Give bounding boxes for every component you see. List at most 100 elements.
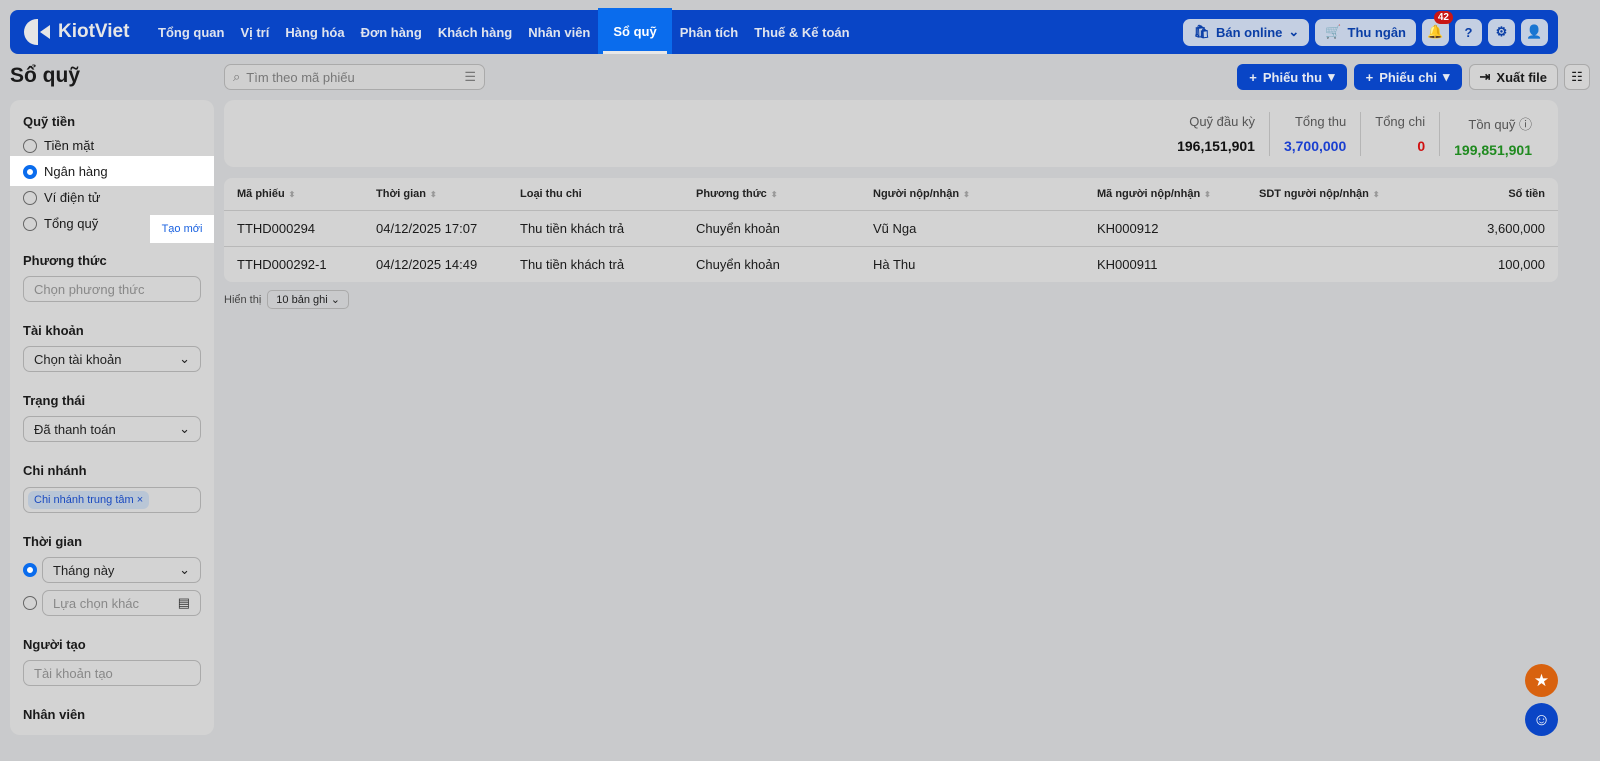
info-icon[interactable]: ⓘ <box>1519 117 1532 132</box>
summary-label-text: Tổng chi <box>1375 114 1426 129</box>
creator-input[interactable]: Tài khoản tạo <box>23 660 201 686</box>
sort-icon[interactable]: ⬍ <box>1204 190 1211 199</box>
table-row[interactable]: TTHD000294 04/12/2025 17:07 Thu tiền khách… <box>224 210 1558 246</box>
sort-icon[interactable]: ⬍ <box>430 190 437 199</box>
support-agent-icon: ☺ <box>1532 709 1551 729</box>
nav-tab[interactable]: Đơn hàng <box>353 10 430 54</box>
table-cell: 04/12/2025 17:07 <box>376 221 478 236</box>
add-receipt-button[interactable]: + Phiếu thu ▾ <box>1237 64 1347 90</box>
summary-panel: Quỹ đầu kỳ 196,151,901 Tổng thu 3,700,000 Tổ… <box>224 100 1558 167</box>
logo-icon <box>24 19 50 45</box>
top-nav: KiotViet Tổng quan Vị trí Hàng hóa Đơn hàng… <box>10 8 1558 54</box>
cashier-button[interactable]: 🛒 Thu ngân <box>1315 18 1416 46</box>
chevron-down-icon: ⌄ <box>1288 24 1300 39</box>
column-header-label: Phương thức <box>696 188 767 200</box>
list-icon: ☷ <box>1571 69 1583 84</box>
radio-bank-highlighted[interactable]: Ngân hàng <box>23 164 108 179</box>
radio-cash[interactable]: Tiền mặt <box>23 138 94 153</box>
status-select[interactable]: Đã thanh toán ⌄ <box>23 416 201 442</box>
nav-tab[interactable]: Thuế & Kế toán <box>746 10 857 54</box>
avatar[interactable]: 👤 <box>1521 18 1548 46</box>
notification-button[interactable]: 🔔 42 <box>1422 10 1453 46</box>
radio-circle <box>23 216 37 231</box>
table-cell: Hà Thu <box>873 257 916 272</box>
nav-tab[interactable]: Sổ quỹ <box>598 8 672 54</box>
summary-value: 196,151,901 <box>1177 138 1255 154</box>
custom-date-input[interactable]: Lựa chọn khác ▤ <box>42 590 201 616</box>
gear-icon: ⚙ <box>1495 24 1508 39</box>
summary-label: Tổng thu <box>1284 114 1346 129</box>
add-payment-button[interactable]: + Phiếu chi ▾ <box>1353 64 1462 90</box>
summary-card: Quỹ đầu kỳ 196,151,901 <box>1163 112 1269 156</box>
cashbook-table: Mã phiếu ⬍ Thời gian ⬍ Loại thu chi Phương th… <box>224 178 1558 282</box>
online-sale-button[interactable]: 🛍 Bán online ⌄ <box>1183 18 1310 46</box>
branch-heading: Chi nhánh <box>23 463 87 478</box>
user-icon: 👤 <box>1526 24 1543 39</box>
table-cell: 100,000 <box>1498 257 1545 272</box>
plus-icon: + <box>1365 69 1374 85</box>
nav-tab[interactable]: Nhân viên <box>520 10 598 54</box>
sort-icon[interactable]: ⬍ <box>771 190 778 199</box>
shop-icon: 🛍 <box>1193 24 1210 39</box>
column-header[interactable]: SDT người nộp/nhận ⬍ <box>1246 188 1446 200</box>
logo-text: KiotViet <box>58 21 130 42</box>
radio-label: Tiền mặt <box>44 138 95 153</box>
sort-icon[interactable]: ⬍ <box>1373 190 1380 199</box>
account-select[interactable]: Chọn tài khoản ⌄ <box>23 346 201 372</box>
table-cell: Chuyển khoản <box>696 257 780 272</box>
table-row[interactable]: TTHD000292-1 04/12/2025 14:49 Thu tiền khá… <box>224 246 1558 282</box>
radio-time-preset[interactable] <box>23 563 37 577</box>
table-cell: TTHD000294 <box>237 221 316 236</box>
nav-tab[interactable]: Hàng hóa <box>277 10 352 54</box>
nav-tab[interactable]: Khách hàng <box>430 10 520 54</box>
export-file-button[interactable]: ⇥ Xuất file <box>1468 64 1558 90</box>
filter-sliders-icon[interactable]: ☰ <box>464 69 476 85</box>
table-cell: KH000911 <box>1097 257 1158 272</box>
summary-label-text: Quỹ đầu kỳ <box>1189 114 1255 129</box>
radio-label: Ví điện tử <box>44 190 101 205</box>
column-toggle-button[interactable]: ☷ <box>1564 64 1590 90</box>
close-icon[interactable]: × <box>137 494 143 506</box>
radio-circle <box>23 190 37 205</box>
settings-button[interactable]: ⚙ <box>1488 18 1515 46</box>
kiotviet-logo[interactable]: KiotViet <box>24 19 144 45</box>
column-header-label: Mã phiếu <box>237 188 285 200</box>
favorite-button[interactable]: ★ <box>1525 664 1558 697</box>
online-label: Bán online <box>1215 24 1283 40</box>
staff-heading: Nhân viên <box>23 707 86 722</box>
method-placeholder: Chọn phương thức <box>34 281 145 297</box>
chevron-down-icon: ⌄ <box>179 421 190 436</box>
receipt-label: Phiếu thu <box>1262 69 1323 85</box>
method-select[interactable]: Chọn phương thức <box>23 276 201 302</box>
nav-tab[interactable]: Vị trí <box>232 10 277 54</box>
column-header[interactable]: Thời gian ⬍ <box>363 188 507 200</box>
export-icon: ⇥ <box>1479 69 1491 84</box>
summary-label: Tồn quỹ ⓘ <box>1454 114 1532 133</box>
column-header[interactable]: Mã người nộp/nhận ⬍ <box>1084 188 1246 200</box>
support-button[interactable]: ☺ <box>1525 703 1558 736</box>
search-input[interactable]: ⌕ Tìm theo mã phiếu ☰ <box>224 64 485 90</box>
sort-icon[interactable]: ⬍ <box>289 190 296 199</box>
create-account-link[interactable]: Tạo mới <box>150 215 214 243</box>
column-header[interactable]: Phương thức ⬍ <box>683 188 860 200</box>
column-header[interactable]: Người nộp/nhận ⬍ <box>860 188 1084 200</box>
column-header[interactable]: Loại thu chi <box>507 188 683 200</box>
branch-select[interactable]: Chi nhánh trung tâm × <box>23 487 201 513</box>
sort-icon[interactable]: ⬍ <box>963 190 970 199</box>
account-heading: Tài khoản <box>23 323 84 338</box>
help-button[interactable]: ? <box>1455 18 1482 46</box>
nav-tab[interactable]: Phân tích <box>672 10 747 54</box>
radio-total[interactable]: Tổng quỹ <box>23 216 98 231</box>
summary-card: Tổng chi 0 <box>1360 112 1439 156</box>
column-header[interactable]: Mã phiếu ⬍ <box>224 188 363 200</box>
chevron-down-icon: ⌄ <box>179 351 190 366</box>
summary-value: 199,851,901 <box>1454 142 1532 158</box>
radio-time-custom[interactable] <box>23 596 37 610</box>
radio-ewallet[interactable]: Ví điện tử <box>23 190 100 205</box>
time-select[interactable]: Tháng này ⌄ <box>42 557 201 583</box>
column-header[interactable]: Số tiền <box>1446 188 1558 200</box>
page-size-select[interactable]: 10 bản ghi ⌄ <box>267 290 349 309</box>
nav-tab[interactable]: Tổng quan <box>150 10 232 54</box>
table-cell: Chuyển khoản <box>696 221 780 236</box>
custom-date-placeholder: Lựa chọn khác <box>53 595 140 611</box>
